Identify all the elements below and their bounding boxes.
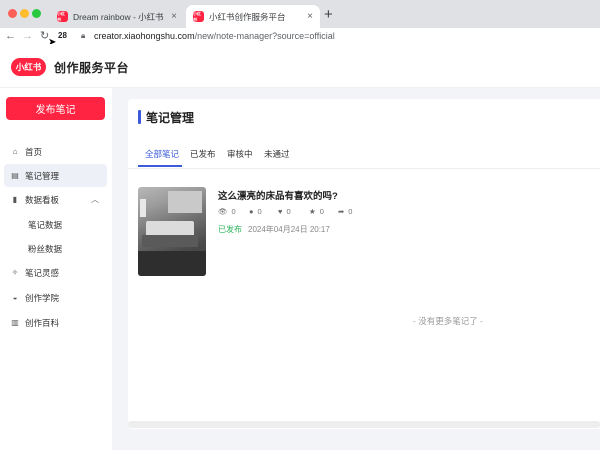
thumbnail-floor <box>138 251 206 276</box>
sidebar-item-label: 粉丝数据 <box>28 243 63 254</box>
share-icon: ➦ <box>338 207 345 216</box>
xiaohongshu-logo[interactable]: 小红书 <box>11 58 46 76</box>
heart-icon: ♥ <box>278 207 283 216</box>
sidebar-item-label: 笔记灵感 <box>25 267 60 278</box>
sidebar-item-label: 首页 <box>25 146 43 157</box>
browser-tab-bar: 小红书 Dream rainbow - 小红书 × 小红书 小红书创作服务平台 … <box>0 0 600 28</box>
shares-stat: ➦ 0 <box>338 207 352 216</box>
sidebar-item-label: 数据看板 <box>25 194 60 205</box>
sidebar-item-home[interactable]: ⌂ 首页 <box>4 140 107 163</box>
brand-title: 创作服务平台 <box>54 61 130 75</box>
close-tab-icon[interactable]: × <box>171 11 177 22</box>
note-timestamp: 2024年04月24日 20:17 <box>248 225 330 234</box>
page-title: 笔记管理 <box>146 111 195 125</box>
publish-note-button[interactable]: 发布笔记 <box>6 97 105 120</box>
sidebar-item-label: 创作学院 <box>25 292 60 303</box>
new-tab-button[interactable]: + <box>324 7 333 22</box>
likes-count: 0 <box>286 207 291 216</box>
minimize-window-button[interactable] <box>20 9 29 18</box>
lock-icon[interactable]: 🔒︎ <box>81 31 85 41</box>
thumbnail-bed-frame <box>142 235 198 247</box>
thumbnail-window <box>168 191 202 213</box>
forward-arrow-icon[interactable]: → <box>22 28 33 44</box>
address-bar-row: ← → ↻ 28 🔒︎ creator.xiaohongshu.com/new/… <box>0 28 600 44</box>
xiaohongshu-favicon-icon: 小红书 <box>57 11 68 22</box>
sidebar-item-label: 创作百科 <box>25 317 60 328</box>
book-icon: ▥ <box>11 318 19 327</box>
academy-icon: ◒ <box>12 293 18 302</box>
thumbnail-lamp <box>140 199 146 217</box>
sidebar-item-note-manager[interactable]: ▤ 笔记管理 <box>4 164 107 187</box>
sidebar-item-label: 笔记数据 <box>28 219 63 230</box>
collects-stat: ★ 0 <box>309 207 324 216</box>
url-path: /new/note-manager?source=official <box>194 31 335 41</box>
reload-count-badge: 28 <box>58 31 67 40</box>
shares-count: 0 <box>348 207 353 216</box>
no-more-notes-text: - 没有更多笔记了 - <box>413 316 483 326</box>
views-count: 0 <box>231 207 236 216</box>
active-tab-underline <box>138 165 182 167</box>
eye-icon: 👁︎ <box>218 207 228 216</box>
tab-divider <box>128 168 600 169</box>
bulb-icon: ✧ <box>11 268 19 277</box>
tab-reviewing[interactable]: 审核中 <box>227 147 253 169</box>
back-arrow-icon[interactable]: ← <box>5 28 16 44</box>
browser-tab-title: 小红书创作服务平台 <box>209 11 286 22</box>
comments-count: 0 <box>257 207 262 216</box>
status-badge: 已发布 <box>218 225 242 234</box>
maximize-window-button[interactable] <box>32 9 41 18</box>
likes-stat: ♥ 0 <box>278 207 291 216</box>
note-title[interactable]: 这么漂亮的床品有喜欢的吗? <box>218 188 338 202</box>
home-icon: ⌂ <box>12 147 18 156</box>
title-accent-bar <box>138 110 141 124</box>
sidebar: 发布笔记 ⌂ 首页 ▤ 笔记管理 ▮ 数据看板 ︿ 笔记数据 粉丝数据 ✧ 笔记… <box>0 88 112 450</box>
comments-stat: ● 0 <box>249 207 262 216</box>
sidebar-item-wiki[interactable]: ▥ 创作百科 <box>4 311 107 334</box>
url-field[interactable]: creator.xiaohongshu.com/new/note-manager… <box>94 28 335 44</box>
close-tab-icon[interactable]: × <box>307 11 313 22</box>
chart-icon: ▮ <box>12 195 18 204</box>
horizontal-scrollbar[interactable] <box>128 421 600 428</box>
tab-published[interactable]: 已发布 <box>190 147 216 169</box>
sidebar-item-inspiration[interactable]: ✧ 笔记灵感 <box>4 261 107 284</box>
tab-rejected[interactable]: 未通过 <box>264 147 290 169</box>
comment-icon: ● <box>249 207 254 216</box>
browser-tab-dream-rainbow[interactable]: 小红书 Dream rainbow - 小红书 × <box>50 5 184 28</box>
browser-tab-title: Dream rainbow - 小红书 <box>73 11 164 22</box>
sidebar-item-academy[interactable]: ◒ 创作学院 <box>4 286 107 309</box>
star-icon: ★ <box>309 207 316 216</box>
sidebar-item-note-data[interactable]: 笔记数据 <box>4 213 107 236</box>
xiaohongshu-favicon-icon: 小红书 <box>193 11 204 22</box>
browser-tab-creator-platform[interactable]: 小红书 小红书创作服务平台 × <box>186 5 320 28</box>
collects-count: 0 <box>319 207 324 216</box>
sidebar-item-label: 笔记管理 <box>25 170 60 181</box>
views-stat: 👁︎ 0 <box>218 207 236 216</box>
note-icon: ▤ <box>11 171 19 180</box>
sidebar-item-dashboard[interactable]: ▮ 数据看板 ︿ <box>4 188 107 211</box>
app-header: 小红书 创作服务平台 <box>0 44 600 88</box>
close-window-button[interactable] <box>8 9 17 18</box>
note-thumbnail[interactable] <box>138 187 206 276</box>
chevron-up-icon[interactable]: ︿ <box>91 194 99 205</box>
url-host: creator.xiaohongshu.com <box>94 31 195 41</box>
sidebar-item-fans-data[interactable]: 粉丝数据 <box>4 237 107 260</box>
